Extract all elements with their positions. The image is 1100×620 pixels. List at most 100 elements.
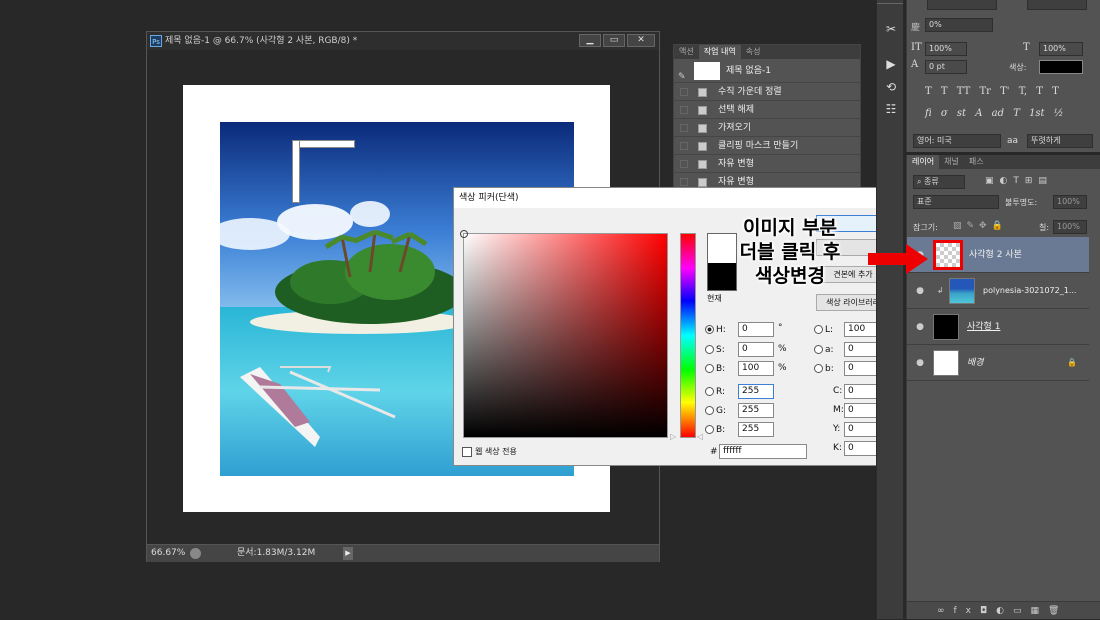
layer-thumbnail[interactable] <box>949 278 975 304</box>
layer-row-selected[interactable]: ● 사각형 2 사본 <box>907 237 1089 273</box>
r-row[interactable]: R: <box>705 384 725 400</box>
web-colors-only[interactable]: 웹 색상 전용 <box>462 446 517 457</box>
y-input[interactable]: 0 <box>844 422 880 437</box>
layer-thumbnail[interactable] <box>933 314 959 340</box>
m-input[interactable]: 0 <box>844 403 880 418</box>
tab-channels[interactable]: 채널 <box>939 155 964 169</box>
hue-slider-right-handle[interactable]: ◁ <box>697 432 703 441</box>
swash-button[interactable]: st <box>957 108 966 119</box>
lab-b-row[interactable]: b: <box>814 361 834 377</box>
maximize-button[interactable]: ▭ <box>603 34 625 47</box>
eye-icon[interactable]: ● <box>914 345 926 381</box>
lock-icons[interactable]: ▨✎✥🔒 <box>953 221 1008 231</box>
subscript-button[interactable]: T, <box>1019 86 1027 97</box>
saturation-brightness-field[interactable] <box>460 230 668 438</box>
b-radio[interactable] <box>705 364 714 373</box>
kerning-dropdown[interactable] <box>927 0 997 10</box>
lab-b-radio[interactable] <box>814 364 823 373</box>
c-input[interactable]: 0 <box>844 384 880 399</box>
history-item[interactable]: 선택 해제 <box>674 101 860 119</box>
tab-layers[interactable]: 레이어 <box>907 155 940 169</box>
g-input[interactable]: 255 <box>738 403 774 418</box>
web-colors-checkbox[interactable] <box>462 446 472 457</box>
color-cursor[interactable] <box>460 230 468 238</box>
layer-filter-dropdown[interactable]: ⌕ 종류 <box>913 175 965 189</box>
faux-bold-button[interactable]: T <box>925 86 932 97</box>
minimize-button[interactable]: ▁ <box>579 34 601 47</box>
g-radio[interactable] <box>705 406 714 415</box>
zoom-level[interactable]: 66.67% <box>151 545 185 562</box>
eye-icon[interactable]: ● <box>914 273 926 309</box>
checkbox[interactable] <box>680 178 688 186</box>
close-button[interactable]: ✕ <box>627 34 655 47</box>
layer-row[interactable]: ● 사각형 1 <box>907 309 1089 345</box>
history-item[interactable]: 가져오기 <box>674 119 860 137</box>
layer-thumbnail[interactable] <box>933 350 959 376</box>
underline-button[interactable]: T <box>1036 86 1043 97</box>
faux-italic-button[interactable]: T <box>941 86 948 97</box>
history-snapshot[interactable]: ✎ 제목 없음-1 <box>674 59 860 83</box>
s-radio[interactable] <box>705 345 714 354</box>
corner-shape-left[interactable] <box>292 140 300 203</box>
tsume-dropdown[interactable]: 0% <box>925 18 993 32</box>
tab-paths[interactable]: 패스 <box>964 155 989 169</box>
stylistic-button[interactable]: A <box>975 108 982 119</box>
tab-actions[interactable]: 액션 <box>674 45 699 59</box>
blend-mode-dropdown[interactable]: 표준 <box>913 195 999 209</box>
checkbox[interactable] <box>680 124 688 132</box>
text-color-swatch[interactable] <box>1039 60 1083 74</box>
baseline-shift-input[interactable]: 0 pt <box>925 60 967 74</box>
h-radio[interactable] <box>705 325 714 334</box>
history-item[interactable]: 수직 가운데 정렬 <box>674 83 860 101</box>
r-radio[interactable] <box>705 387 714 396</box>
superscript-button[interactable]: T' <box>1000 86 1009 97</box>
layer-row[interactable]: ● 배경 🔒 <box>907 345 1089 381</box>
eye-icon[interactable]: ● <box>914 309 926 345</box>
ornaments-button[interactable]: T <box>1013 108 1020 119</box>
l-radio[interactable] <box>814 325 823 334</box>
r-input[interactable]: 255 <box>738 384 774 399</box>
titling-button[interactable]: ad <box>992 108 1004 119</box>
opacity-input[interactable]: 100% <box>1053 195 1087 209</box>
vertical-scale-input[interactable]: 100% <box>925 42 967 56</box>
ligatures-button[interactable]: fi <box>925 108 932 119</box>
corner-shape-top[interactable] <box>292 140 355 148</box>
filter-type-icons[interactable]: ▣◐T⊞▤ <box>985 176 1053 186</box>
hue-slider-left-handle[interactable]: ▷ <box>670 432 676 441</box>
old-style-button[interactable]: σ <box>941 108 948 119</box>
tab-properties[interactable]: 속성 <box>741 45 766 59</box>
tracking-dropdown[interactable] <box>1027 0 1087 10</box>
layer-thumbnail[interactable] <box>933 240 963 270</box>
hue-slider[interactable] <box>680 233 696 438</box>
b-row[interactable]: B: <box>705 361 725 377</box>
checkbox[interactable] <box>680 160 688 168</box>
strip-grip[interactable] <box>877 3 903 8</box>
blue-radio[interactable] <box>705 425 714 434</box>
language-dropdown[interactable]: 영어: 미국 <box>913 134 1001 148</box>
layer-name[interactable]: polynesia-3021072_1... <box>983 273 1076 309</box>
play-icon[interactable]: ▶ <box>882 55 900 73</box>
s-input[interactable]: 0 <box>738 342 774 357</box>
horizontal-scale-input[interactable]: 100% <box>1039 42 1083 56</box>
history-item[interactable]: 클리핑 마스크 만들기 <box>674 137 860 155</box>
layer-name[interactable]: 사각형 1 <box>967 309 1000 345</box>
layers-footer-icons[interactable]: ∞fx◘◐▭▦🗑 <box>907 601 1100 619</box>
status-menu-arrow-icon[interactable]: ▶ <box>343 547 353 560</box>
opentype-buttons[interactable]: fi σ st A ad T 1st ½ <box>925 108 1095 122</box>
blue-input[interactable]: 255 <box>738 422 774 437</box>
tools-icon[interactable]: ✂ <box>882 20 900 38</box>
h-input[interactable]: 0 <box>738 322 774 337</box>
type-style-buttons[interactable]: T T TT Tr T' T, T T <box>925 86 1095 100</box>
small-caps-button[interactable]: Tr <box>979 86 990 97</box>
s-row[interactable]: S: <box>705 342 725 358</box>
g-row[interactable]: G: <box>705 403 726 419</box>
b-input[interactable]: 100 <box>738 361 774 376</box>
checkbox[interactable] <box>680 88 688 96</box>
layer-name[interactable]: 배경 <box>967 345 984 381</box>
checkbox[interactable] <box>680 142 688 150</box>
h-row[interactable]: H: <box>705 322 726 338</box>
history-icon[interactable]: ⟲ <box>882 78 900 96</box>
dialog-title-bar[interactable]: 색상 피커(단색) <box>454 188 901 208</box>
fill-input[interactable]: 100% <box>1053 220 1087 234</box>
status-icon[interactable] <box>190 548 201 559</box>
